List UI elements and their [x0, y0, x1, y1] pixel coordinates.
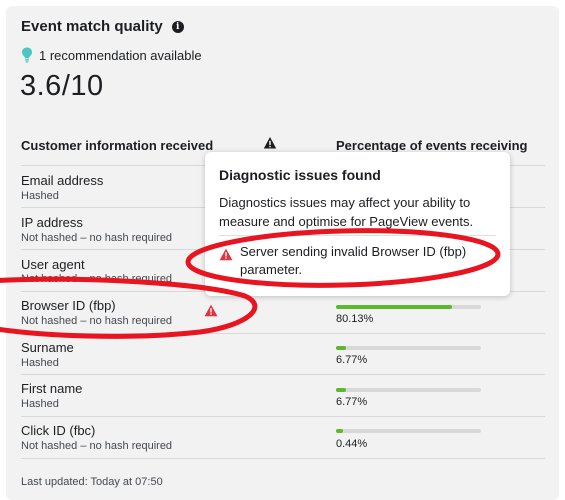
row-name-first-name: First name [21, 381, 83, 396]
percentage-value: 0.44% [336, 438, 368, 450]
warning-icon [219, 248, 233, 261]
row-name-email: Email address [21, 173, 104, 188]
lightbulb-icon [22, 47, 32, 63]
percentage-bar-fill [336, 388, 346, 392]
diagnostic-popover: Diagnostic issues found Diagnostics issu… [205, 152, 510, 296]
panel-title: Event match quality [21, 18, 163, 35]
percentage-column-header: Percentage of events receiving [336, 138, 528, 153]
row-divider [21, 374, 545, 375]
percentage-bar [336, 305, 481, 309]
row-name-click-id: Click ID (fbc) [21, 423, 96, 438]
row-name-browser-id: Browser ID (fbp) [21, 298, 116, 313]
percentage-value: 80.13% [336, 313, 374, 325]
row-name-user-agent: User agent [21, 257, 85, 272]
row-name-surname: Surname [21, 340, 74, 355]
percentage-value: 6.77% [336, 354, 368, 366]
customer-info-column-header: Customer information received [21, 138, 214, 153]
popover-title: Diagnostic issues found [219, 167, 381, 183]
row-sub-ip: Not hashed – no hash required [21, 232, 173, 244]
row-divider [21, 458, 545, 459]
percentage-bar-fill [336, 305, 453, 309]
warning-icon[interactable] [204, 304, 218, 317]
row-sub-user-agent: Not hashed – no hash required [21, 273, 173, 285]
last-updated: Last updated: Today at 07:50 [21, 476, 163, 488]
row-divider [21, 333, 545, 334]
row-sub-click-id: Not hashed – no hash required [21, 440, 173, 452]
recommendation-text: 1 recommendation available [39, 47, 202, 63]
percentage-bar-fill [336, 346, 346, 350]
info-icon[interactable]: i [171, 20, 184, 33]
row-sub-surname: Hashed [21, 357, 59, 369]
popover-divider [219, 235, 496, 236]
percentage-bar-fill [336, 429, 344, 433]
percentage-value: 6.77% [336, 396, 368, 408]
panel-header: Event match quality i [21, 18, 184, 35]
recommendation-link[interactable]: 1 recommendation available [21, 47, 202, 63]
warning-icon[interactable] [263, 136, 277, 150]
quality-score: 3.6/10 [20, 70, 104, 102]
row-name-ip: IP address [21, 215, 83, 230]
row-sub-first-name: Hashed [21, 398, 59, 410]
row-divider [21, 416, 545, 417]
percentage-bar [336, 429, 481, 433]
diagnostic-issue-link[interactable]: Server sending invalid Browser ID (fbp) … [240, 243, 500, 279]
popover-body: Diagnostics issues may affect your abili… [219, 195, 474, 229]
row-sub-email: Hashed [21, 190, 59, 202]
percentage-bar [336, 388, 481, 392]
percentage-bar [336, 346, 481, 350]
row-sub-browser-id: Not hashed – no hash required [21, 315, 173, 327]
